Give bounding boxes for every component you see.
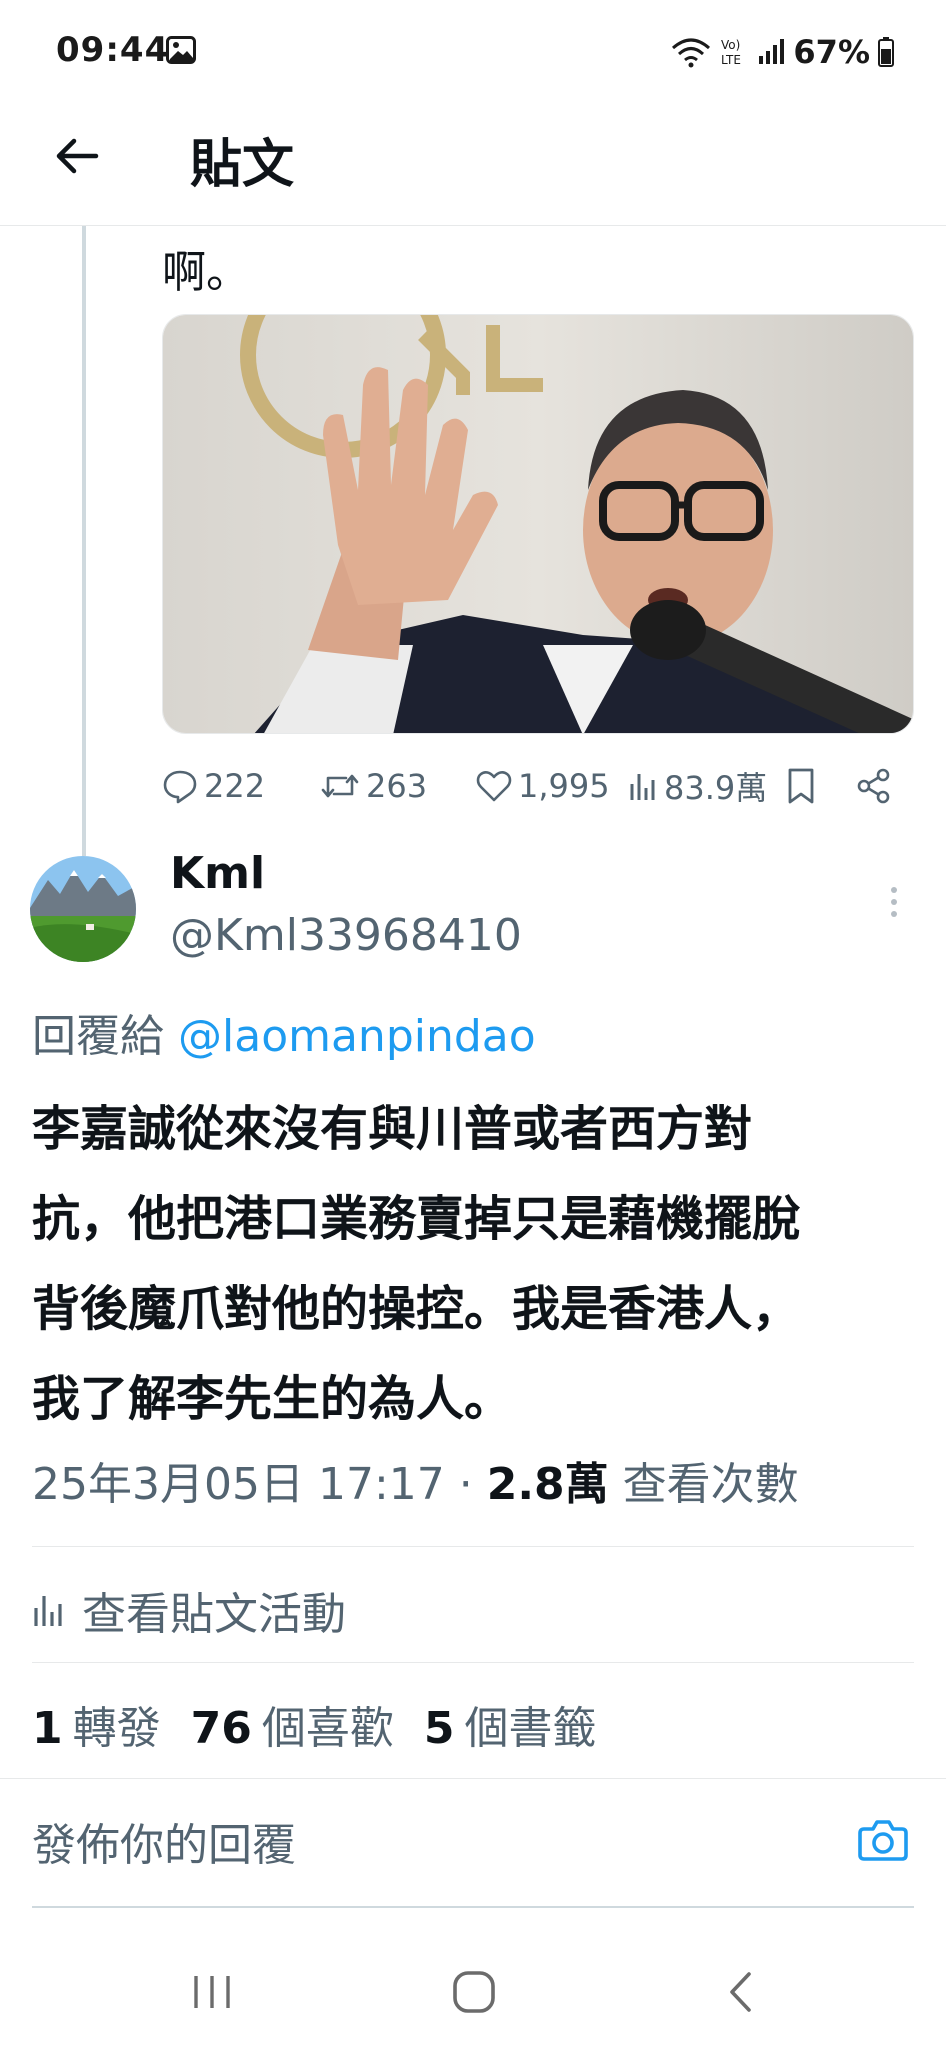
post-body-line: 我了解李先生的為人。 (32, 1371, 513, 1427)
composer-underline (32, 1906, 914, 1908)
top-app-bar: 貼文 (0, 100, 946, 226)
back-button[interactable] (44, 124, 108, 188)
camera-icon[interactable] (856, 1813, 910, 1867)
likes-number: 76 (190, 1703, 252, 1754)
bookmark-icon (788, 768, 814, 804)
heart-icon (476, 771, 512, 802)
post-detail-screen: 09:44 Vo) LTE 67% 貼文 啊。 222 263 1,995 83… (0, 0, 946, 2048)
like-count: 1,995 (518, 767, 610, 805)
post-body-line: 抗，他把港口業務賣掉只是藉機擺脫 (32, 1191, 801, 1247)
thread-connector-line (82, 226, 86, 856)
status-bar: 09:44 Vo) LTE 67% (0, 0, 946, 100)
analytics-icon (630, 774, 655, 800)
page-title: 貼文 (190, 135, 295, 195)
post-view-label: 查看次數 (608, 1459, 799, 1510)
svg-text:Vo): Vo) (721, 38, 740, 52)
mountain-landscape-avatar (30, 856, 136, 962)
bookmarks-stat[interactable]: 5 個書籤 (424, 1692, 597, 1756)
signal-icon (759, 39, 785, 64)
post-timestamp: 25年3月05日 17:17 · (32, 1459, 487, 1510)
reposts-stat[interactable]: 1 轉發 (32, 1692, 161, 1756)
more-dots-icon (891, 887, 897, 893)
reposts-label: 轉發 (72, 1703, 161, 1754)
status-time: 09:44 (56, 30, 170, 70)
share-action[interactable] (856, 758, 892, 814)
post-body-line: 背後魔爪對他的操控。我是香港人， (32, 1281, 801, 1337)
parent-post-text: 啊。 (162, 247, 250, 298)
reply-count: 222 (204, 767, 266, 805)
volte-icon: Vo) LTE (721, 38, 741, 67)
reply-composer: 發佈你的回覆 (0, 1778, 946, 1906)
bookmark-action[interactable] (786, 758, 816, 814)
battery-icon (878, 37, 894, 67)
more-dot (891, 911, 897, 917)
reply-to-label: 回覆給 (32, 1011, 164, 1062)
reply-to-line: 回覆給 @laomanpindao (32, 1000, 536, 1064)
more-options-button[interactable] (874, 880, 914, 924)
reply-action[interactable]: 222 (162, 758, 265, 814)
engagement-stats: 1 轉發 76 個喜歡 5 個書籤 (32, 1694, 626, 1754)
comment-icon (163, 770, 197, 804)
post-view-count: 2.8萬 (486, 1459, 609, 1510)
arrow-left-icon (56, 138, 99, 174)
post-metadata: 25年3月05日 17:17 · 2.8萬 查看次數 (32, 1448, 799, 1512)
system-navigation-bar (0, 1940, 946, 2048)
more-dot (891, 899, 897, 905)
bookmarks-label: 個書籤 (464, 1703, 597, 1754)
author-handle[interactable]: @Kml33968410 (170, 910, 522, 961)
view-post-activity-button[interactable]: 查看貼文活動 (32, 1580, 346, 1640)
recent-apps-button[interactable] (172, 1960, 252, 2024)
reposts-number: 1 (32, 1703, 63, 1754)
repost-action[interactable]: 263 (320, 758, 427, 814)
like-action[interactable]: 1,995 (476, 758, 610, 814)
views-action[interactable]: 83.9萬 (628, 758, 767, 814)
home-button[interactable] (434, 1960, 514, 2024)
reply-to-mention-link[interactable]: @laomanpindao (178, 1011, 536, 1062)
chevron-left-icon (730, 1972, 751, 2012)
divider (32, 1662, 914, 1663)
parent-post-action-bar: 222 263 1,995 83.9萬 (162, 758, 902, 814)
reply-input[interactable]: 發佈你的回覆 (32, 1809, 296, 1873)
analytics-icon (34, 1596, 62, 1626)
repost-count: 263 (366, 767, 428, 805)
post-body: 李嘉誠從來沒有與川普或者西方對 抗，他把港口業務賣掉只是藉機擺脫 背後魔爪對他的… (32, 1084, 912, 1444)
svg-text:LTE: LTE (721, 53, 741, 67)
repost-icon (321, 774, 359, 798)
post-image[interactable] (162, 314, 914, 734)
share-icon (857, 768, 890, 804)
view-count: 83.9萬 (664, 769, 768, 807)
activity-label: 查看貼文活動 (82, 1589, 346, 1640)
post-body-line: 李嘉誠從來沒有與川普或者西方對 (32, 1101, 753, 1157)
recent-apps-icon (194, 1976, 230, 2008)
system-back-button[interactable] (700, 1960, 780, 2024)
divider (32, 1546, 914, 1547)
home-icon (453, 1971, 495, 2013)
press-conference-photo (163, 315, 913, 733)
likes-stat[interactable]: 76 個喜歡 (191, 1692, 394, 1756)
wifi-icon (672, 38, 711, 68)
bookmarks-number: 5 (423, 1703, 455, 1754)
author-name[interactable]: Kml (170, 848, 265, 899)
battery-percent: 67% (793, 33, 870, 71)
gallery-icon (166, 36, 196, 64)
likes-label: 個喜歡 (261, 1703, 394, 1754)
avatar[interactable] (30, 856, 136, 962)
